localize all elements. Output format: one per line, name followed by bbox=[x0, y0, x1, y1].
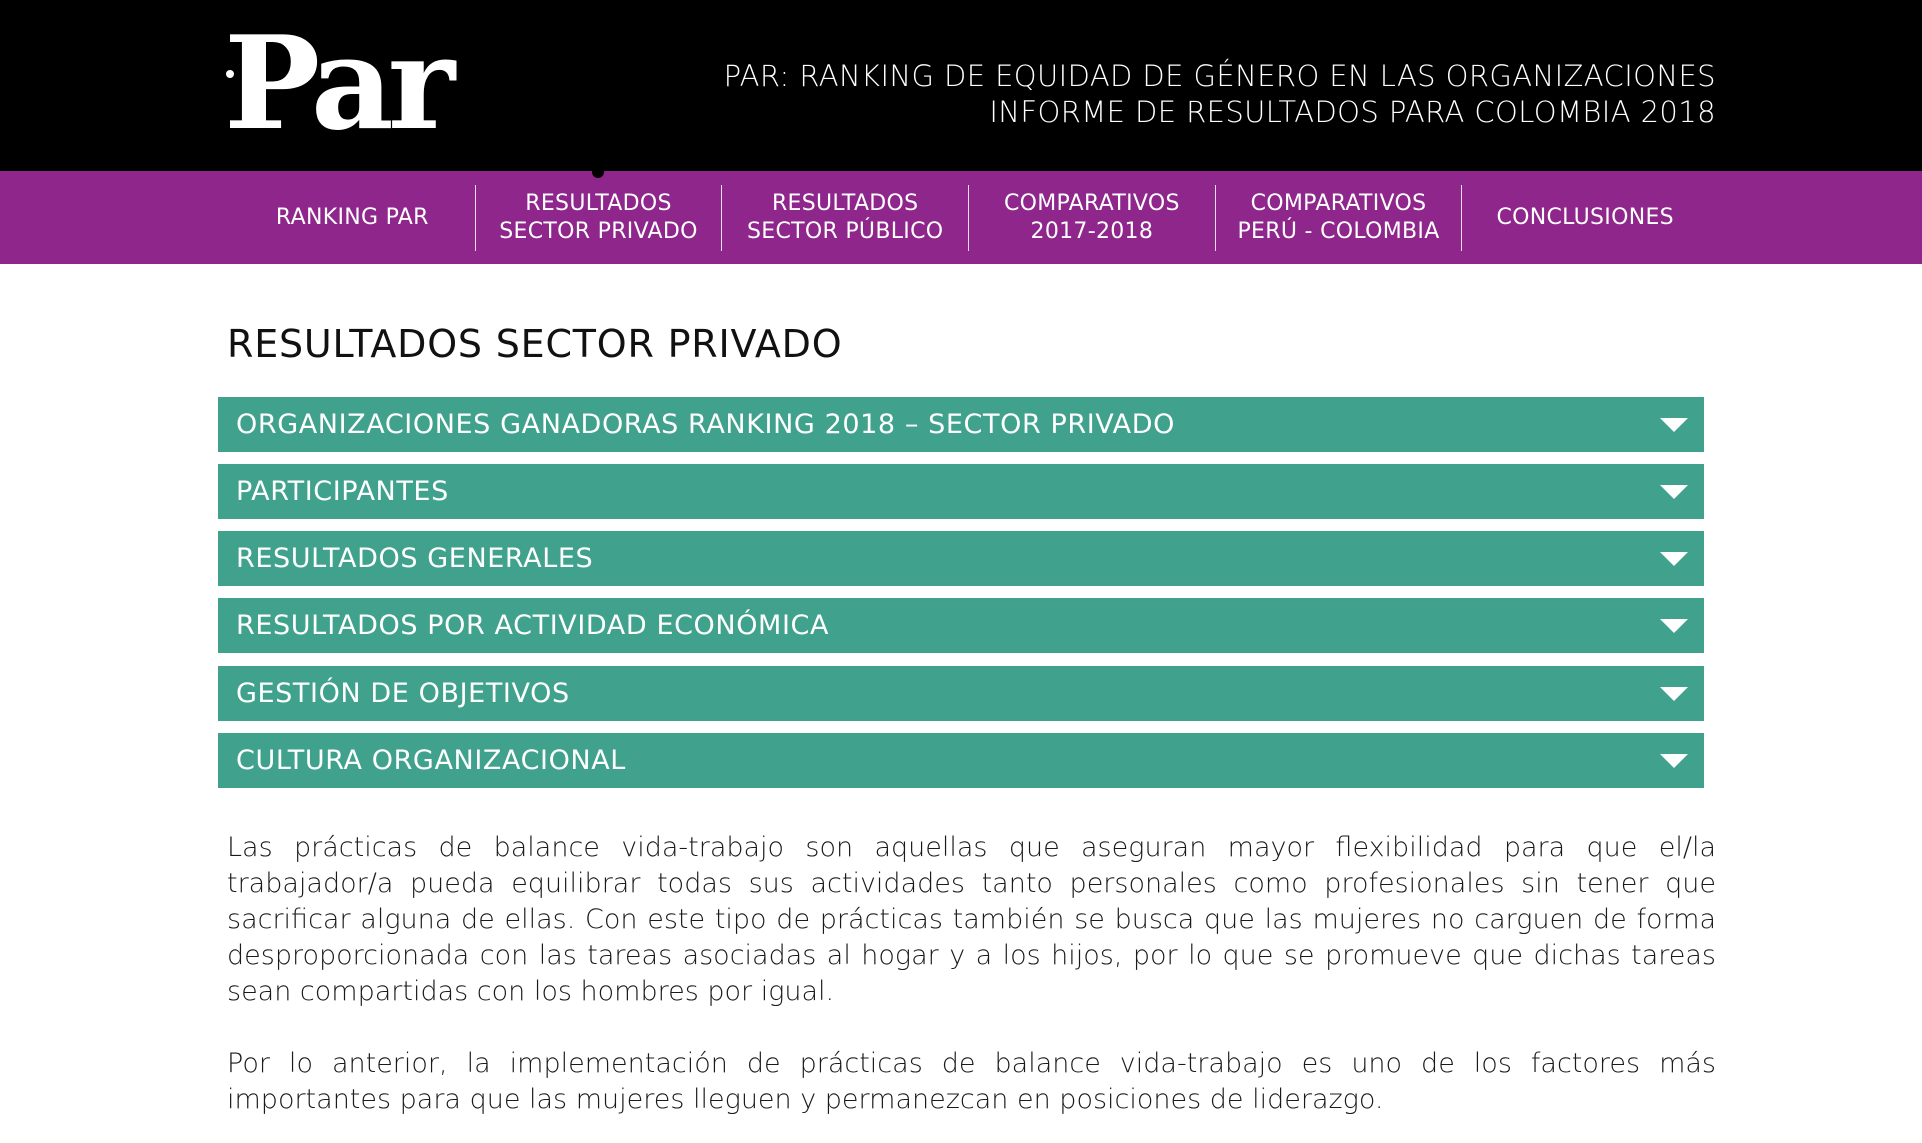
nav-label: COMPARATIVOS 2017-2018 bbox=[1003, 191, 1180, 244]
accordion-item-organizaciones-ganadoras[interactable]: ORGANIZACIONES GANADORAS RANKING 2018 – … bbox=[218, 397, 1704, 452]
accordion-item-participantes[interactable]: PARTICIPANTES bbox=[218, 464, 1704, 519]
nav-label: RESULTADOS SECTOR PRIVADO bbox=[499, 191, 698, 244]
nav-item-conclusiones[interactable]: CONCLUSIONES bbox=[1461, 185, 1708, 251]
nav-item-ranking-par[interactable]: RANKING PAR bbox=[230, 185, 475, 251]
nav-item-comparativos-2017-2018[interactable]: COMPARATIVOS 2017-2018 bbox=[968, 185, 1215, 251]
accordion-label: RESULTADOS POR ACTIVIDAD ECONÓMICA bbox=[236, 610, 830, 641]
body-paragraph-1: Las prácticas de balance vida-trabajo so… bbox=[227, 832, 1716, 1007]
nav-item-comparativos-peru-colombia[interactable]: COMPARATIVOS PERÚ - COLOMBIA bbox=[1214, 185, 1462, 251]
active-nav-indicator bbox=[592, 166, 604, 178]
nav-list: RANKING PAR RESULTADOS SECTOR PRIVADO RE… bbox=[230, 185, 1708, 251]
nav-label: RANKING PAR bbox=[275, 205, 429, 230]
results-accordion: ORGANIZACIONES GANADORAS RANKING 2018 – … bbox=[218, 397, 1704, 800]
triangle-down-icon[interactable] bbox=[1660, 418, 1688, 432]
triangle-down-icon[interactable] bbox=[1660, 687, 1688, 701]
body-paragraph-2: Por lo anterior, la implementación de pr… bbox=[227, 1048, 1716, 1115]
triangle-down-icon[interactable] bbox=[1660, 552, 1688, 566]
accordion-item-gestion-de-objetivos[interactable]: GESTIÓN DE OBJETIVOS bbox=[218, 666, 1704, 721]
logo-wordmark: Par bbox=[226, 30, 457, 136]
page-title: RESULTADOS SECTOR PRIVADO bbox=[227, 322, 843, 366]
nav-item-resultados-sector-publico[interactable]: RESULTADOS SECTOR PÚBLICO bbox=[721, 185, 968, 251]
triangle-down-icon[interactable] bbox=[1660, 754, 1688, 768]
report-title: PAR: RANKING DE EQUIDAD DE GÉNERO EN LAS… bbox=[724, 58, 1716, 130]
accordion-label: PARTICIPANTES bbox=[236, 476, 449, 507]
logo-dot bbox=[226, 70, 234, 78]
nav-label: COMPARATIVOS PERÚ - COLOMBIA bbox=[1237, 191, 1440, 244]
main-nav: RANKING PAR RESULTADOS SECTOR PRIVADO RE… bbox=[0, 171, 1922, 264]
accordion-label: RESULTADOS GENERALES bbox=[236, 543, 594, 574]
site-header: Par PAR: RANKING DE EQUIDAD DE GÉNERO EN… bbox=[0, 0, 1922, 171]
nav-item-resultados-sector-privado[interactable]: RESULTADOS SECTOR PRIVADO bbox=[474, 185, 722, 251]
nav-label: RESULTADOS SECTOR PÚBLICO bbox=[747, 191, 944, 244]
accordion-label: CULTURA ORGANIZACIONAL bbox=[236, 745, 626, 776]
report-title-line-1: PAR: RANKING DE EQUIDAD DE GÉNERO EN LAS… bbox=[723, 59, 1716, 93]
accordion-item-resultados-generales[interactable]: RESULTADOS GENERALES bbox=[218, 531, 1704, 586]
report-title-line-2: INFORME DE RESULTADOS PARA COLOMBIA 2018 bbox=[989, 95, 1716, 129]
accordion-label: GESTIÓN DE OBJETIVOS bbox=[236, 678, 570, 709]
nav-label: CONCLUSIONES bbox=[1496, 205, 1674, 230]
par-logo[interactable]: Par bbox=[226, 30, 481, 136]
triangle-down-icon[interactable] bbox=[1660, 619, 1688, 633]
accordion-item-cultura-organizacional[interactable]: CULTURA ORGANIZACIONAL bbox=[218, 733, 1704, 788]
triangle-down-icon[interactable] bbox=[1660, 485, 1688, 499]
accordion-item-resultados-por-actividad[interactable]: RESULTADOS POR ACTIVIDAD ECONÓMICA bbox=[218, 598, 1704, 653]
accordion-label: ORGANIZACIONES GANADORAS RANKING 2018 – … bbox=[236, 409, 1175, 440]
